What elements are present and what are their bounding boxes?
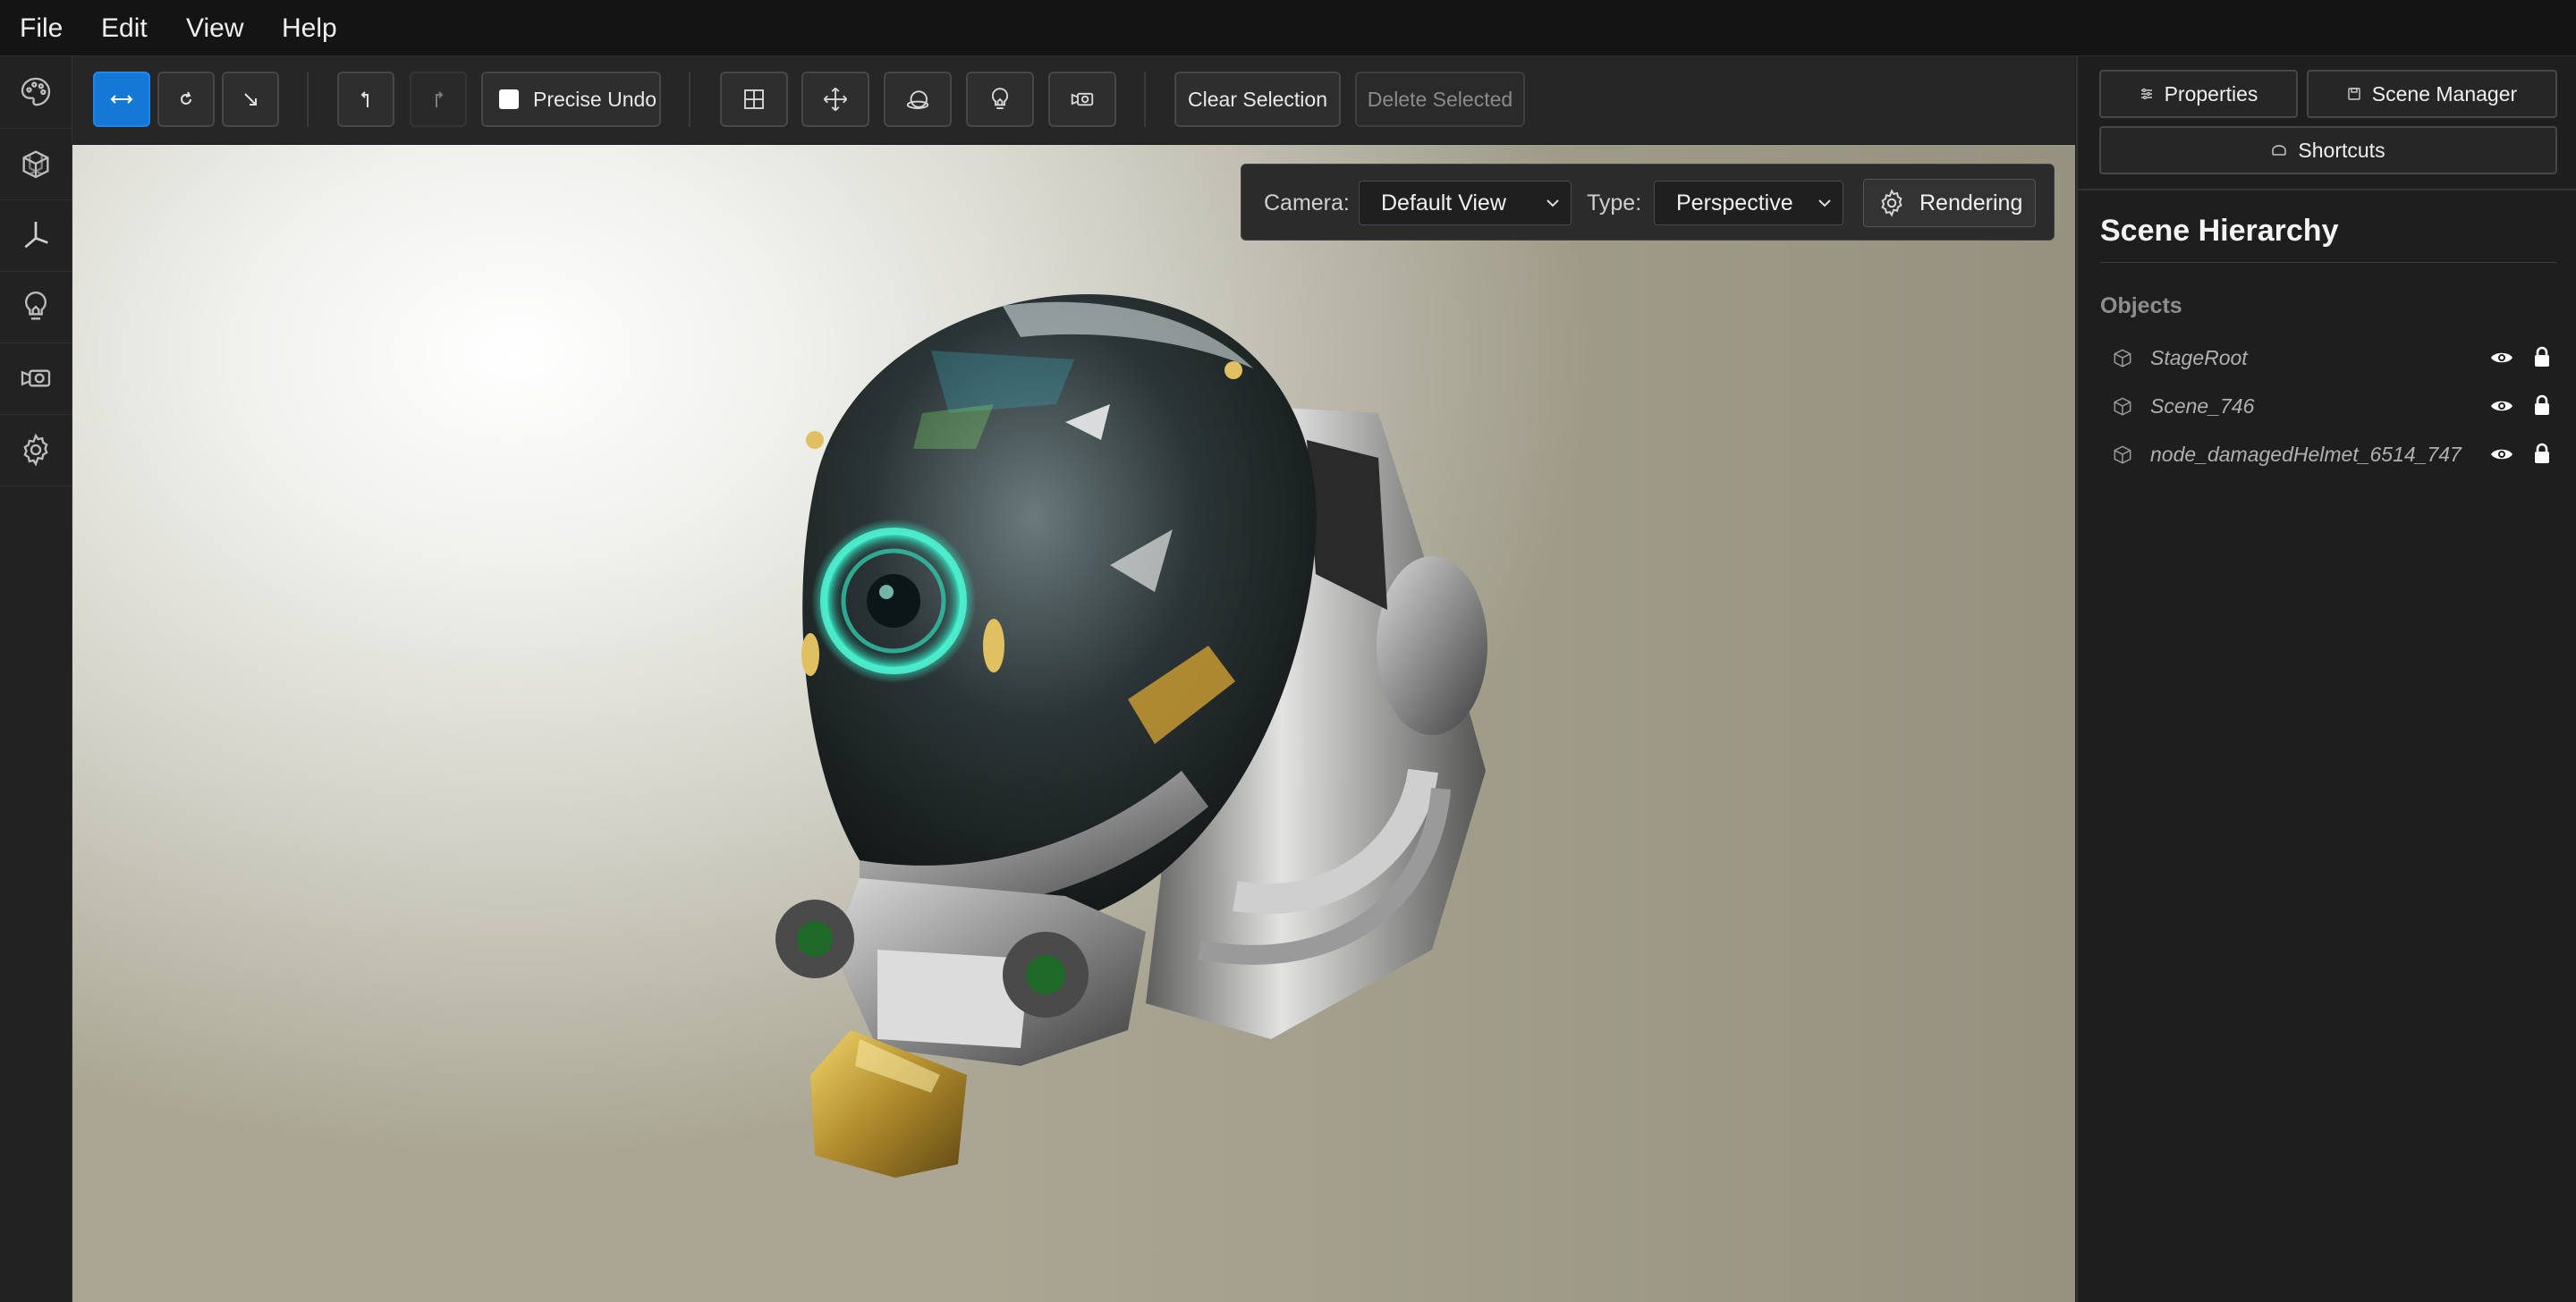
hierarchy-item-name: StageRoot — [2150, 346, 2248, 369]
type-select-value: Perspective — [1676, 190, 1793, 216]
scene-manager-tab[interactable]: Scene Manager — [2307, 70, 2557, 118]
hierarchy-item[interactable]: Scene_746 — [2100, 383, 2561, 429]
camera-panel: Camera: Default View Type: Perspective R… — [1241, 164, 2055, 241]
visibility-eye-icon[interactable] — [2490, 397, 2513, 415]
move-icon — [822, 86, 849, 113]
precise-undo-label: Precise Undo — [533, 87, 657, 111]
visibility-eye-icon[interactable] — [2490, 445, 2513, 463]
visibility-eye-icon[interactable] — [2490, 349, 2513, 367]
properties-label: Properties — [2164, 81, 2258, 106]
right-panel: Properties Scene Manager Shortcuts Scene… — [2076, 56, 2576, 1302]
left-sidebar — [0, 56, 72, 1302]
axis-icon — [18, 217, 54, 253]
hierarchy-item-name: node_damagedHelmet_6514_747 — [2150, 443, 2462, 466]
lightbulb-icon — [18, 289, 54, 325]
translate-icon — [110, 93, 133, 106]
precise-undo-toggle[interactable]: Precise Undo — [481, 72, 661, 127]
cube-icon — [2111, 394, 2134, 418]
settings-tool[interactable] — [0, 414, 72, 486]
materials-tool[interactable] — [0, 56, 72, 129]
add-material-button[interactable] — [884, 72, 952, 127]
lock-icon[interactable] — [2533, 346, 2551, 368]
damaged-helmet-model[interactable] — [72, 145, 2075, 1302]
save-icon — [2347, 87, 2361, 101]
camera-type-select[interactable]: Perspective — [1654, 181, 1843, 225]
shortcuts-tab[interactable]: Shortcuts — [2099, 126, 2557, 174]
type-label: Type: — [1587, 190, 1642, 216]
camera-select-value: Default View — [1381, 190, 1506, 216]
undo-icon — [357, 89, 375, 109]
rotate-icon — [177, 90, 195, 108]
hierarchy-item[interactable]: node_damagedHelmet_6514_747 — [2100, 431, 2561, 478]
add-grid-button[interactable] — [720, 72, 788, 127]
camera-icon — [1068, 86, 1097, 113]
sliders-icon — [2140, 87, 2154, 101]
panel-divider — [2078, 189, 2576, 190]
mesh-tool[interactable] — [0, 128, 72, 200]
lock-icon[interactable] — [2533, 394, 2551, 416]
toolbar-separator — [689, 72, 691, 127]
lights-tool[interactable] — [0, 271, 72, 343]
camera-label: Camera: — [1264, 190, 1350, 216]
3d-viewport[interactable] — [72, 145, 2075, 1302]
add-light-button[interactable] — [966, 72, 1034, 127]
clear-selection-button[interactable]: Clear Selection — [1174, 72, 1341, 127]
delete-selected-label: Delete Selected — [1367, 87, 1513, 111]
rendering-label: Rendering — [1919, 190, 2023, 216]
redo-icon — [429, 89, 447, 109]
objects-section-label: Objects — [2100, 293, 2182, 318]
cube-icon — [2111, 443, 2134, 466]
cameras-tool[interactable] — [0, 342, 72, 415]
menu-edit[interactable]: Edit — [101, 0, 148, 55]
chevron-down-icon — [1544, 194, 1562, 212]
grid-icon — [741, 86, 767, 113]
scene-hierarchy-title: Scene Hierarchy — [2100, 214, 2339, 248]
light-icon — [987, 86, 1013, 113]
gear-icon — [1877, 188, 1907, 218]
rendering-button[interactable]: Rendering — [1863, 179, 2036, 227]
undo-button[interactable] — [337, 72, 394, 127]
scale-icon — [242, 90, 259, 108]
hierarchy-item-name: Scene_746 — [2150, 394, 2255, 418]
redo-button[interactable] — [410, 72, 467, 127]
transform-tool[interactable] — [0, 199, 72, 272]
add-camera-button[interactable] — [1048, 72, 1116, 127]
translate-mode-button[interactable] — [93, 72, 150, 127]
menu-bar: File Edit View Help — [0, 0, 2576, 56]
chevron-down-icon — [1816, 194, 1834, 212]
scene-manager-label: Scene Manager — [2371, 81, 2518, 106]
properties-tab[interactable]: Properties — [2099, 70, 2298, 118]
precise-undo-checkbox[interactable] — [499, 89, 519, 109]
delete-selected-button[interactable]: Delete Selected — [1355, 72, 1525, 127]
camera-icon — [18, 360, 54, 396]
add-move-gizmo-button[interactable] — [801, 72, 869, 127]
palette-icon — [18, 74, 54, 110]
toolbar-separator — [307, 72, 309, 127]
scale-mode-button[interactable] — [222, 72, 279, 127]
toolbar-separator — [1144, 72, 1146, 127]
rotate-mode-button[interactable] — [157, 72, 215, 127]
title-divider — [2100, 262, 2556, 263]
cube-icon — [2111, 346, 2134, 369]
menu-help[interactable]: Help — [282, 0, 337, 55]
keyboard-icon — [2271, 144, 2287, 156]
material-sphere-icon — [904, 86, 931, 113]
menu-view[interactable]: View — [186, 0, 243, 55]
gear-icon — [18, 432, 54, 468]
camera-select[interactable]: Default View — [1359, 181, 1572, 225]
menu-file[interactable]: File — [20, 0, 63, 55]
clear-selection-label: Clear Selection — [1188, 87, 1327, 111]
cube-wireframe-icon — [18, 146, 54, 182]
lock-icon[interactable] — [2533, 443, 2551, 464]
hierarchy-item[interactable]: StageRoot — [2100, 334, 2561, 381]
shortcuts-label: Shortcuts — [2298, 138, 2385, 162]
